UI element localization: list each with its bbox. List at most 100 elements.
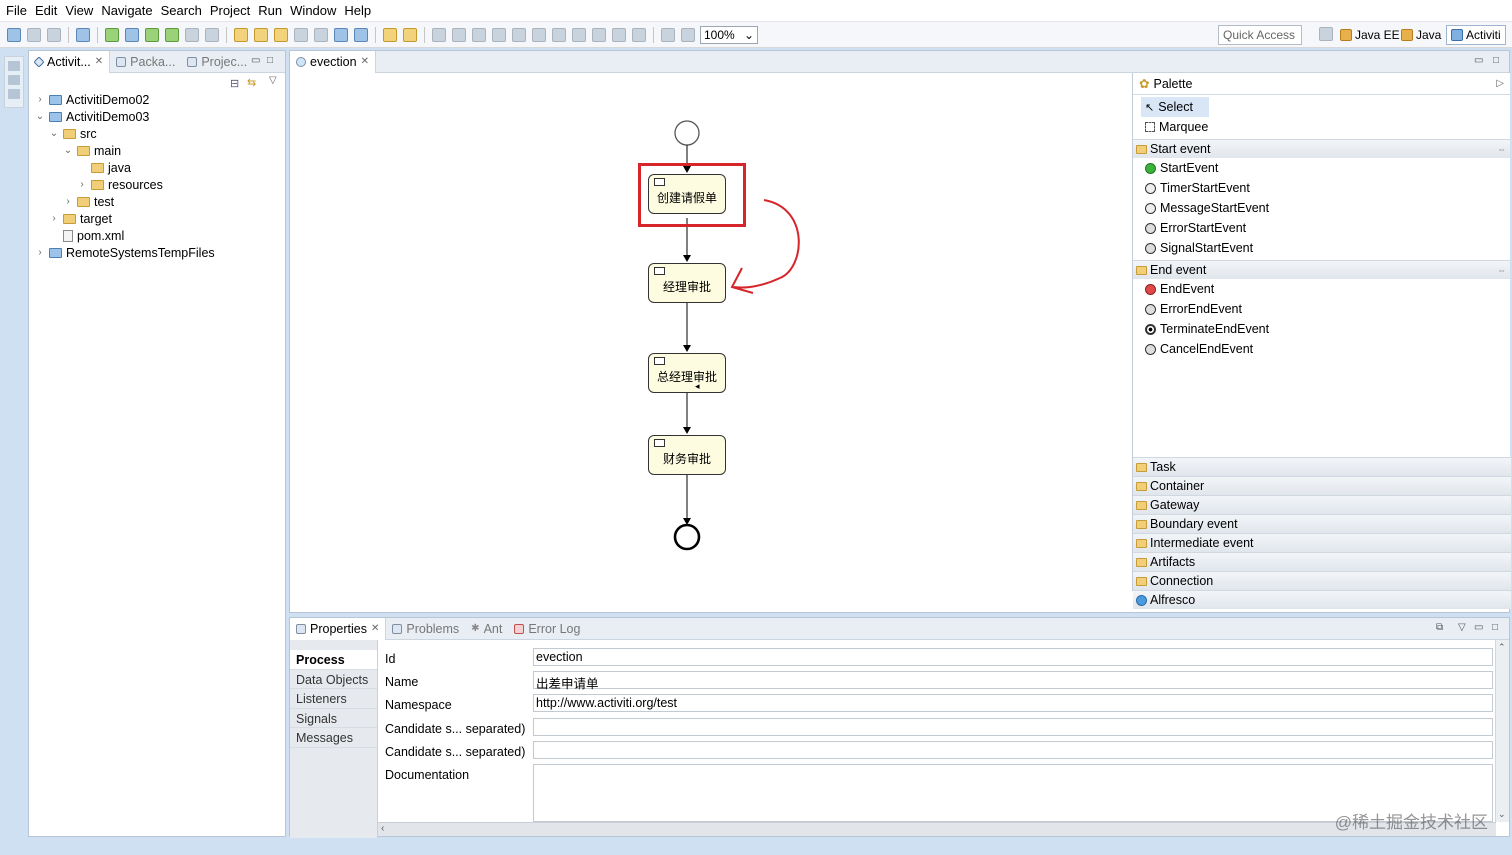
palette-tool-select[interactable]: ↖ Select	[1141, 97, 1209, 117]
palette-tool-marquee[interactable]: Marquee	[1133, 117, 1510, 137]
scroll-up-icon[interactable]: ⌃	[1498, 642, 1506, 653]
open-type-icon[interactable]	[234, 27, 248, 42]
zoom-in-icon[interactable]	[681, 27, 695, 42]
maximize-icon[interactable]: □	[267, 55, 273, 66]
forward-icon[interactable]	[354, 27, 368, 42]
tab-ant[interactable]: ✱ Ant	[465, 618, 508, 640]
palette-group-boundary-event[interactable]: Boundary event	[1133, 514, 1511, 533]
section-data-objects[interactable]: Data Objects	[290, 670, 377, 689]
tab-package-explorer[interactable]: Packa...	[110, 51, 181, 73]
palette-collapse-icon[interactable]: ▷	[1496, 78, 1504, 89]
tree-item-activitidemo03[interactable]: ⌄ ActivitiDemo03	[35, 108, 150, 125]
properties-vertical-scrollbar[interactable]: ⌃ ⌄	[1495, 640, 1509, 822]
align-right-icon[interactable]	[512, 27, 526, 42]
palette-item-endevent[interactable]: EndEvent	[1133, 279, 1510, 299]
namespace-field[interactable]: http://www.activiti.org/test	[533, 694, 1493, 712]
palette-item-terminateendevent[interactable]: TerminateEndEvent	[1133, 319, 1510, 339]
palette-group-intermediate-event[interactable]: Intermediate event	[1133, 533, 1511, 552]
match-height-icon[interactable]	[612, 27, 626, 42]
tree-item-src[interactable]: ⌄ src	[49, 125, 97, 142]
candidate-starter-groups-field[interactable]	[533, 741, 1493, 759]
palette-item-cancelendevent[interactable]: CancelEndEvent	[1133, 339, 1510, 359]
tab-activiti-explorer[interactable]: Activit... ✕	[29, 50, 111, 73]
tab-error-log[interactable]: Error Log	[508, 618, 586, 640]
align-bottom-icon[interactable]	[572, 27, 586, 42]
maximize-icon[interactable]: □	[1493, 55, 1499, 66]
expand-icon[interactable]: ›	[35, 94, 45, 105]
user-task[interactable]: 财务审批	[648, 435, 726, 475]
external-tools-icon[interactable]	[185, 27, 199, 42]
undo-icon[interactable]	[383, 27, 397, 42]
palette-group-container[interactable]: Container	[1133, 476, 1511, 495]
palette-item-timerstartevent[interactable]: TimerStartEvent	[1133, 178, 1510, 198]
zoom-select[interactable]: 100% ⌄	[700, 25, 758, 44]
align-top-icon[interactable]	[532, 27, 546, 42]
align-center-icon[interactable]	[492, 27, 506, 42]
menu-run[interactable]: Run	[256, 3, 288, 18]
palette-item-errorstartevent[interactable]: ErrorStartEvent	[1133, 218, 1510, 238]
tree-item-activitidemo02[interactable]: › ActivitiDemo02	[35, 91, 149, 108]
tree-item-test[interactable]: › test	[63, 193, 114, 210]
back-icon[interactable]	[334, 27, 348, 42]
expand-icon[interactable]: ›	[49, 213, 59, 224]
scroll-down-icon[interactable]: ⌄	[1498, 809, 1506, 820]
quick-access-input[interactable]: Quick Access	[1218, 25, 1302, 45]
pin-icon[interactable]: ⇔	[1497, 144, 1506, 154]
zoom-out-icon[interactable]	[661, 27, 675, 42]
tab-problems[interactable]: Problems	[386, 618, 465, 640]
close-icon[interactable]: ✕	[361, 56, 369, 67]
restore-icon[interactable]	[8, 61, 20, 71]
menu-navigate[interactable]: Navigate	[99, 3, 158, 18]
copy-icon[interactable]	[432, 27, 446, 42]
user-task[interactable]: 总经理审批 ◂	[648, 353, 726, 393]
coverage-icon[interactable]	[205, 27, 219, 42]
paste-icon[interactable]	[452, 27, 466, 42]
menu-window[interactable]: Window	[288, 3, 342, 18]
link-with-editor-icon[interactable]: ⇆	[247, 76, 256, 89]
menu-help[interactable]: Help	[342, 3, 377, 18]
perspective-java-ee[interactable]: Java EE	[1340, 25, 1400, 45]
console-icon[interactable]	[76, 27, 90, 42]
palette-group-gateway[interactable]: Gateway	[1133, 495, 1511, 514]
align-middle-icon[interactable]	[552, 27, 566, 42]
tab-project-explorer[interactable]: Projec...	[181, 51, 253, 73]
palette-item-messagestartevent[interactable]: MessageStartEvent	[1133, 198, 1510, 218]
section-signals[interactable]: Signals	[290, 709, 377, 728]
tree-item-remotesystemstempfiles[interactable]: › RemoteSystemsTempFiles	[35, 244, 214, 261]
section-listeners[interactable]: Listeners	[290, 689, 377, 709]
tab-properties[interactable]: Properties ✕	[290, 617, 387, 640]
palette-group-artifacts[interactable]: Artifacts	[1133, 552, 1511, 571]
user-task[interactable]: 经理审批	[648, 263, 726, 303]
user-task[interactable]: 创建请假单	[648, 174, 726, 214]
new-icon[interactable]	[7, 27, 21, 42]
new-package-icon[interactable]	[254, 27, 268, 42]
close-icon[interactable]: ✕	[371, 623, 379, 634]
align-left-icon[interactable]	[472, 27, 486, 42]
save-all-icon[interactable]	[47, 27, 61, 42]
menu-file[interactable]: File	[4, 3, 33, 18]
palette-group-connection[interactable]: Connection	[1133, 571, 1511, 590]
refresh-icon[interactable]	[145, 27, 159, 42]
section-messages[interactable]: Messages	[290, 728, 377, 748]
tree-item-main[interactable]: ⌄ main	[63, 142, 121, 159]
palette-group-alfresco[interactable]: Alfresco	[1133, 590, 1511, 609]
save-icon[interactable]	[27, 27, 41, 42]
expand-icon[interactable]: ›	[77, 179, 87, 190]
menu-search[interactable]: Search	[159, 3, 208, 18]
start-event[interactable]	[674, 120, 700, 146]
pin-icon[interactable]: ⇔	[1497, 265, 1506, 275]
collapse-icon[interactable]: ⌄	[49, 128, 59, 139]
search-icon[interactable]	[294, 27, 308, 42]
redo-icon[interactable]	[403, 27, 417, 42]
expand-icon[interactable]: ›	[63, 196, 73, 207]
palette-item-signalstartevent[interactable]: SignalStartEvent	[1133, 238, 1510, 258]
navigator-icon[interactable]	[8, 89, 20, 99]
maximize-icon[interactable]: □	[1492, 622, 1498, 633]
menu-view[interactable]: View	[63, 3, 99, 18]
properties-horizontal-scrollbar[interactable]: ‹	[378, 822, 1496, 836]
tree-item-pom-xml[interactable]: pom.xml	[49, 227, 124, 244]
tab-evection[interactable]: evection ✕	[290, 50, 376, 73]
minimize-icon[interactable]: ▭	[251, 55, 260, 66]
expand-icon[interactable]: ›	[35, 247, 45, 258]
diagram-canvas[interactable]: 创建请假单 经理审批 总经理审批 ◂ 财务审批	[290, 73, 1131, 591]
